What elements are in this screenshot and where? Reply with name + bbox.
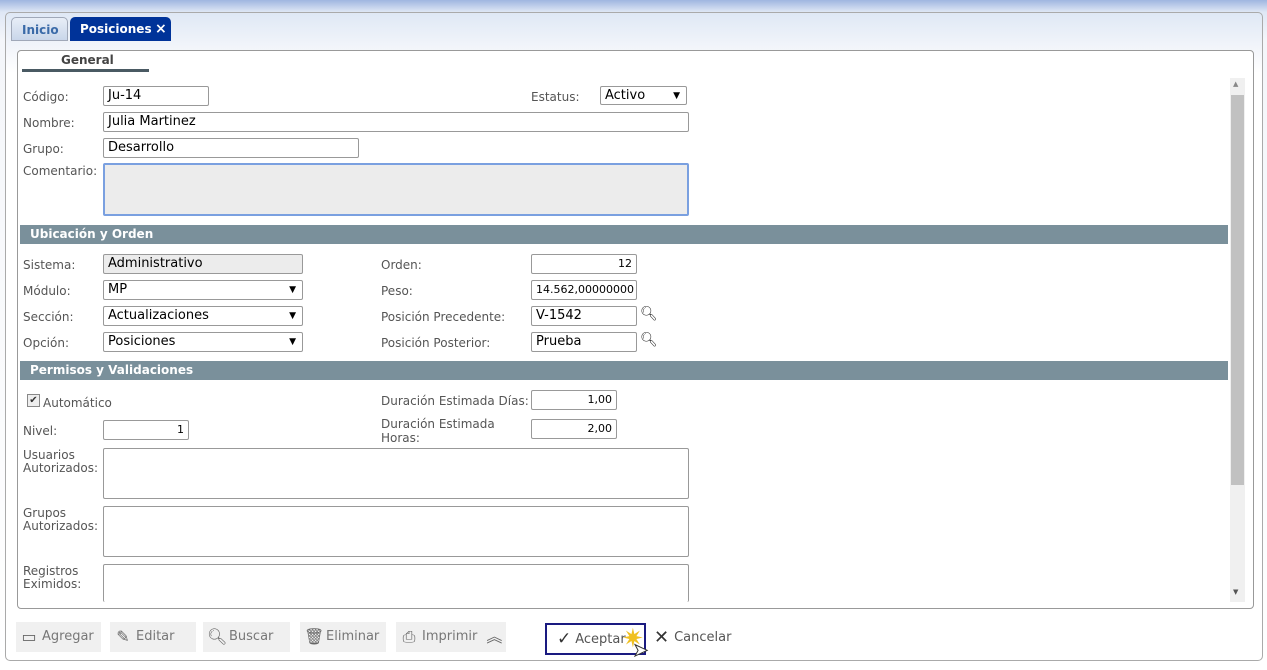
collapse-up-icon[interactable]: ︽ xyxy=(485,622,503,652)
check-icon: ✓ xyxy=(557,629,572,649)
editar-button[interactable]: ✎ Editar xyxy=(110,622,196,652)
orden-input[interactable]: 12 xyxy=(531,254,637,274)
dias-input[interactable]: 1,00 xyxy=(531,390,617,410)
search-icon[interactable]: 🔍︎ xyxy=(640,332,658,348)
tab-underline xyxy=(22,69,149,72)
buscar-button[interactable]: 🔍︎ Buscar xyxy=(203,622,290,652)
button-label: Imprimir xyxy=(422,629,478,644)
button-label: Agregar xyxy=(42,629,94,644)
peso-input[interactable]: 14.562,00000000 xyxy=(531,280,637,300)
opcion-label: Opción: xyxy=(23,336,69,350)
cancelar-button[interactable]: ✕ Cancelar xyxy=(654,627,731,648)
automatico-checkbox[interactable]: ✔ xyxy=(27,394,40,407)
close-icon[interactable]: × xyxy=(155,17,167,41)
codigo-input[interactable]: Ju-14 xyxy=(103,86,209,106)
automatico-label: Automático xyxy=(43,396,112,410)
eliminar-button[interactable]: 🗑︎ Eliminar xyxy=(300,622,386,652)
tab-posiciones[interactable]: Posiciones × xyxy=(70,17,171,41)
modulo-label: Módulo: xyxy=(23,284,71,298)
tab-general[interactable]: General xyxy=(61,53,114,67)
usuarios-textarea[interactable] xyxy=(103,448,689,499)
grupos-textarea[interactable] xyxy=(103,506,689,557)
button-label: Editar xyxy=(136,629,175,644)
label-line: Autorizados: xyxy=(23,461,99,475)
cursor-pointer-icon: ➤ xyxy=(632,640,649,662)
seccion-select[interactable]: Actualizaciones xyxy=(103,306,303,326)
dias-label: Duración Estimada Días: xyxy=(381,394,529,408)
tab-label: Posiciones xyxy=(80,22,152,36)
grupo-label: Grupo: xyxy=(23,142,64,156)
tab-label: Inicio xyxy=(22,23,59,37)
estatus-value: Activo xyxy=(605,88,646,103)
posterior-label: Posición Posterior: xyxy=(381,336,491,350)
scroll-up-icon[interactable]: ▲ xyxy=(1233,80,1238,88)
comentario-label: Comentario: xyxy=(23,164,98,178)
orden-label: Orden: xyxy=(381,258,422,272)
button-label: Buscar xyxy=(229,629,274,644)
horas-label-line: Duración Estimada xyxy=(381,417,495,431)
nombre-input[interactable]: Julia Martinez xyxy=(103,112,689,132)
button-label: Aceptar xyxy=(575,631,626,647)
grupo-input[interactable]: Desarrollo xyxy=(103,138,359,158)
nombre-label: Nombre: xyxy=(23,116,75,130)
posterior-input[interactable]: Prueba xyxy=(531,332,637,352)
sistema-label: Sistema: xyxy=(23,258,76,272)
edit-document-icon: ✎ xyxy=(116,627,130,646)
codigo-label: Código: xyxy=(23,90,69,104)
opcion-select[interactable]: Posiciones xyxy=(103,332,303,352)
estatus-label: Estatus: xyxy=(531,90,580,104)
sistema-input: Administrativo xyxy=(103,254,303,274)
precedente-input[interactable]: V-1542 xyxy=(531,306,637,326)
section-ubicacion: Ubicación y Orden xyxy=(20,225,1228,244)
label-line: Eximidos: xyxy=(23,577,82,591)
peso-label: Peso: xyxy=(381,284,413,298)
horas-label: Duración Estimada Horas: xyxy=(381,417,495,445)
grupos-label: Grupos Autorizados: xyxy=(23,507,98,533)
scrollbar-thumb[interactable] xyxy=(1231,95,1244,485)
search-document-icon: 🔍︎ xyxy=(207,627,228,646)
nivel-input[interactable]: 1 xyxy=(103,420,189,440)
nivel-label: Nivel: xyxy=(23,424,58,438)
modulo-value: MP xyxy=(108,282,128,297)
search-icon[interactable]: 🔍︎ xyxy=(640,306,658,322)
registros-label: Registros Eximidos: xyxy=(23,565,81,591)
horas-input[interactable]: 2,00 xyxy=(531,419,617,439)
add-document-icon: ▭ xyxy=(21,627,37,646)
section-permisos: Permisos y Validaciones xyxy=(20,361,1228,380)
imprimir-button[interactable]: ⎙ Imprimir ︽ xyxy=(396,622,506,652)
button-label: Cancelar xyxy=(674,630,732,645)
close-x-icon: ✕ xyxy=(654,627,670,648)
opcion-value: Posiciones xyxy=(108,334,176,349)
seccion-value: Actualizaciones xyxy=(108,308,209,323)
scroll-down-icon[interactable]: ▼ xyxy=(1233,588,1238,596)
button-label: Eliminar xyxy=(326,629,380,644)
tab-inicio[interactable]: Inicio xyxy=(11,17,68,41)
scrollbar[interactable]: ▲ ▼ xyxy=(1230,78,1245,602)
precedente-label: Posición Precedente: xyxy=(381,310,506,324)
horas-label-line: Horas: xyxy=(381,431,420,445)
comentario-textarea[interactable] xyxy=(103,163,689,216)
estatus-select[interactable]: Activo xyxy=(600,86,687,105)
printer-icon: ⎙ xyxy=(402,627,416,646)
seccion-label: Sección: xyxy=(23,310,74,324)
modulo-select[interactable]: MP xyxy=(103,280,303,300)
registros-textarea[interactable] xyxy=(103,564,689,602)
agregar-button[interactable]: ▭ Agregar xyxy=(16,622,101,652)
trash-icon: 🗑︎ xyxy=(304,627,325,646)
label-line: Autorizados: xyxy=(23,519,99,533)
usuarios-label: Usuarios Autorizados: xyxy=(23,449,98,475)
